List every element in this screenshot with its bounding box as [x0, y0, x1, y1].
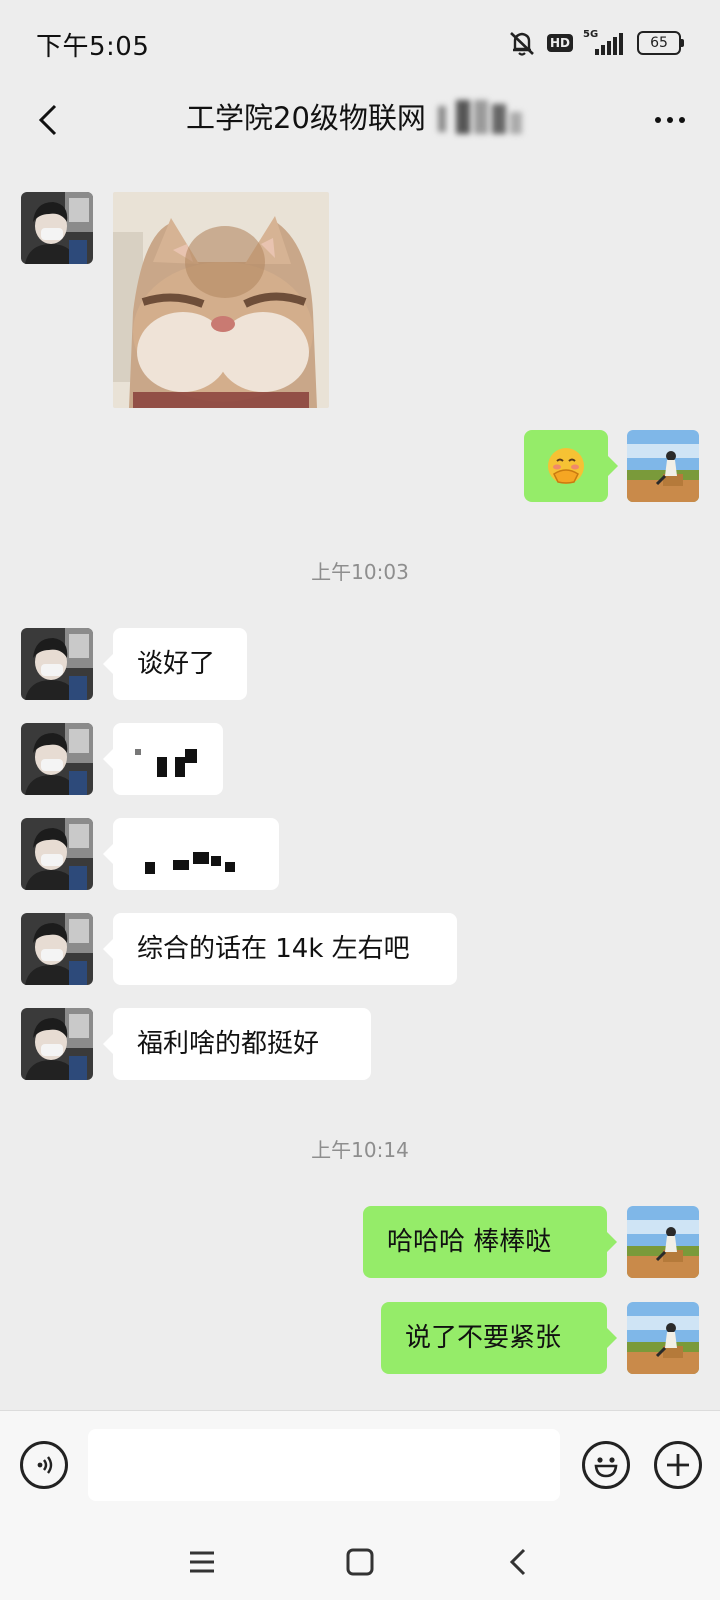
redacted-message-bubble[interactable]: [103, 723, 223, 795]
more-icon-dot: [655, 117, 661, 123]
emoji-button[interactable]: [582, 1441, 630, 1489]
redacted-text: [173, 860, 189, 870]
redacted-text: [185, 749, 197, 763]
signal-strength-icon: 5G: [583, 29, 627, 57]
redacted-text: [145, 862, 155, 874]
back-chevron-icon: [509, 1548, 526, 1576]
my-avatar[interactable]: [627, 430, 699, 502]
status-bar: 下午5:05 HD 5G 65: [0, 0, 720, 84]
chat-title: 工学院20级物联网: [186, 101, 426, 135]
mute-bell-icon: [510, 32, 534, 56]
system-menu-button[interactable]: [178, 1538, 226, 1586]
message-timestamp: 上午10:03: [311, 560, 409, 584]
contact-avatar[interactable]: [21, 192, 93, 264]
incoming-message-bubble[interactable]: 福利啥的都挺好: [103, 1008, 371, 1080]
redacted-text: [193, 852, 209, 864]
outgoing-message-bubble[interactable]: [524, 430, 618, 502]
voice-icon: [37, 1456, 53, 1474]
home-square-icon: [346, 1548, 374, 1576]
redacted-text: [211, 856, 221, 866]
battery-icon: 65: [637, 31, 684, 55]
incoming-message-bubble[interactable]: 综合的话在 14k 左右吧: [103, 913, 457, 985]
outgoing-message-bubble[interactable]: 哈哈哈 棒棒哒: [363, 1206, 617, 1278]
status-time: 下午5:05: [36, 32, 150, 62]
message-list[interactable]: [0, 156, 720, 1410]
hd-badge: HD: [546, 34, 573, 52]
menu-icon: [190, 1551, 214, 1573]
message-input[interactable]: [88, 1429, 560, 1501]
redacted-title-fragment: [438, 92, 526, 142]
add-button[interactable]: [654, 1441, 702, 1489]
contact-avatar[interactable]: [21, 1008, 93, 1080]
contact-avatar[interactable]: [21, 818, 93, 890]
redacted-text: [225, 862, 235, 872]
hand-over-mouth-emoji-icon: [548, 448, 584, 484]
redacted-text: [157, 757, 167, 777]
more-button[interactable]: [642, 96, 698, 144]
redacted-message-bubble[interactable]: [103, 818, 279, 890]
more-icon-dot: [679, 117, 685, 123]
incoming-message-bubble[interactable]: 谈好了: [103, 628, 247, 700]
system-back-button[interactable]: [494, 1538, 542, 1586]
battery-level: 65: [637, 31, 681, 55]
contact-avatar[interactable]: [21, 723, 93, 795]
outgoing-message-bubble[interactable]: 说了不要紧张: [381, 1302, 617, 1374]
chat-input-bar: [0, 1410, 720, 1523]
voice-button[interactable]: [20, 1441, 68, 1489]
emoji-icon: [594, 1457, 618, 1478]
back-button[interactable]: [24, 96, 72, 144]
contact-avatar[interactable]: [21, 913, 93, 985]
cat-face-sticker[interactable]: [113, 192, 329, 408]
redacted-text: [175, 757, 185, 777]
my-avatar[interactable]: [627, 1206, 699, 1278]
chat-header: 工学院20级物联网: [0, 84, 720, 156]
status-icons: HD 5G 65: [507, 26, 684, 60]
plus-icon: [667, 1454, 689, 1476]
my-avatar[interactable]: [627, 1302, 699, 1374]
message-timestamp: 上午10:14: [311, 1138, 409, 1162]
redacted-text: [135, 749, 141, 755]
system-navigation-bar: [0, 1522, 720, 1600]
contact-avatar[interactable]: [21, 628, 93, 700]
system-home-button[interactable]: [336, 1538, 384, 1586]
more-icon-dot: [667, 117, 673, 123]
back-arrow-icon: [38, 104, 57, 136]
